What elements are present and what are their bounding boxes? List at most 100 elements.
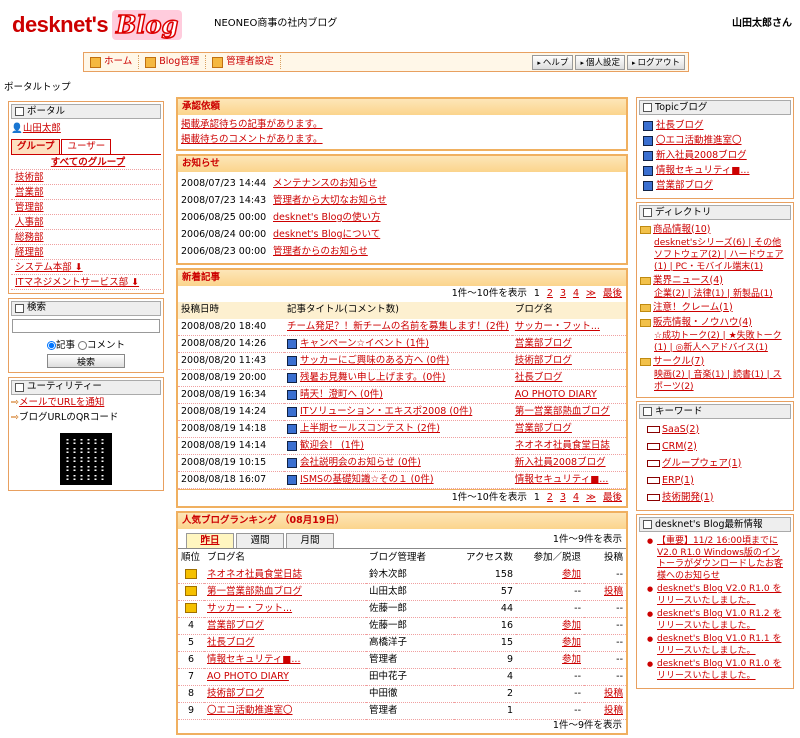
group-link[interactable]: 経理部 (11, 245, 161, 260)
ranking-blog-link[interactable]: 情報セキュリティ■... (204, 651, 366, 669)
recent-blog-link[interactable]: 営業部ブログ (511, 335, 626, 354)
notice-link[interactable]: desknet's Blogについて (270, 226, 626, 243)
recent-title-link[interactable]: ISMSの基礎知識☆その１ (0件) (300, 474, 434, 485)
keyword-link[interactable]: 技術開発(1) (662, 492, 713, 504)
notice-link[interactable]: desknet's Blogの使い方 (270, 209, 626, 226)
subcategory-links[interactable]: 映画(2) | 音楽(1) | 読書(1) | スポーツ(2) (640, 369, 790, 393)
join-link[interactable]: 参加 (516, 651, 584, 669)
keyword-link[interactable]: SaaS(2) (662, 424, 699, 436)
join-link[interactable]: 参加 (516, 617, 584, 635)
help-button[interactable]: ヘルプ (532, 54, 574, 70)
nav-blog-admin[interactable]: Blog管理 (139, 55, 207, 69)
join-link[interactable]: 参加 (516, 566, 584, 584)
keyword-link[interactable]: ERP(1) (662, 475, 694, 487)
ranking-blog-link[interactable]: AO PHOTO DIARY (204, 668, 366, 686)
topic-blog-link[interactable]: 営業部ブログ (656, 180, 713, 192)
news-link[interactable]: desknet's Blog V2.0 R1.0 をリリースいたしました。 (647, 584, 787, 607)
group-link[interactable]: 営業部 (11, 185, 161, 200)
approval-link[interactable]: 掲載待ちのコメントがあります。 (181, 132, 623, 147)
app-logo[interactable]: desknet's Blog (12, 9, 183, 40)
recent-title-link[interactable]: 残暑お見舞い申し上げます。(0件) (300, 372, 446, 383)
nav-home[interactable]: ホーム (84, 55, 140, 69)
ranking-blog-link[interactable]: 第一営業部熱血ブログ (204, 583, 366, 601)
ranking-blog-link[interactable]: 技術部ブログ (204, 685, 366, 703)
recent-title-link[interactable]: 上半期セールスコンテスト (2件) (300, 423, 440, 434)
pager-next[interactable]: ≫ (586, 288, 596, 300)
pager-link[interactable]: 3 (560, 492, 566, 504)
post-link[interactable]: 投稿 (584, 583, 626, 601)
nav-admin-settings[interactable]: 管理者設定 (206, 55, 281, 69)
notice-link[interactable]: 管理者から大切なお知らせ (270, 192, 626, 209)
recent-title-link[interactable]: 歓迎会！ (1件) (300, 440, 364, 451)
notice-link[interactable]: メンテナンスのお知らせ (270, 175, 626, 192)
group-link[interactable]: 管理部 (11, 200, 161, 215)
ranking-blog-link[interactable]: 〇エコ活動推進室〇 (204, 702, 366, 720)
ranking-blog-link[interactable]: ネオネオ社員食堂日誌 (204, 566, 366, 584)
tab-monthly[interactable]: 月間 (286, 533, 334, 549)
search-button[interactable]: 検索 (47, 353, 125, 368)
group-link[interactable]: 人事部 (11, 215, 161, 230)
post-link[interactable]: 投稿 (584, 702, 626, 720)
recent-title-link[interactable]: サッカーにご興味のある方へ (0件) (300, 355, 449, 366)
group-link[interactable]: 総務部 (11, 230, 161, 245)
mail-url-link[interactable]: メールでURLを通知 (19, 397, 104, 408)
personal-settings-button[interactable]: 個人設定 (575, 54, 625, 70)
pager-link[interactable]: 4 (573, 288, 579, 300)
approval-link[interactable]: 掲載承認待ちの記事があります。 (181, 117, 623, 132)
radio-article[interactable] (46, 340, 56, 350)
subcategory-links[interactable]: ☆成功トーク(2) | ★失敗トーク(1) | ◎新人へアドバイス(1) (640, 330, 790, 354)
recent-blog-link[interactable]: 社長ブログ (511, 369, 626, 388)
category-link[interactable]: 販売情報・ノウハウ(4) (653, 317, 752, 329)
recent-title-link[interactable]: ITソリューション・エキスポ2008 (0件) (300, 406, 472, 417)
recent-blog-link[interactable]: 営業部ブログ (511, 420, 626, 439)
recent-blog-link[interactable]: ネオネオ社員食堂日誌 (511, 437, 626, 456)
topic-blog-link[interactable]: 〇エコ活動推進室〇 (656, 135, 742, 147)
post-link[interactable]: 投稿 (584, 685, 626, 703)
category-link[interactable]: 注意！クレーム(1) (653, 302, 733, 314)
ranking-blog-link[interactable]: サッカー・フット... (204, 600, 366, 618)
news-link[interactable]: 【重要】11/2 16:00頃までにV2.0 R1.0 Windows版のイント… (647, 536, 787, 582)
recent-blog-link[interactable]: 情報セキュリティ■... (511, 471, 626, 490)
ranking-blog-link[interactable]: 営業部ブログ (204, 617, 366, 635)
topic-blog-link[interactable]: 社長ブログ (656, 120, 704, 132)
pager-last[interactable]: 最後 (603, 288, 622, 300)
tab-user[interactable]: ユーザー (61, 139, 112, 154)
join-link[interactable]: 参加 (516, 634, 584, 652)
keyword-link[interactable]: CRM(2) (662, 441, 697, 453)
pager-link[interactable]: 2 (547, 288, 553, 300)
portal-user-link[interactable]: 山田太郎 (23, 123, 61, 134)
category-link[interactable]: 商品情報(10) (653, 224, 711, 236)
topic-blog-link[interactable]: 情報セキュリティ■... (656, 165, 749, 177)
group-link[interactable]: 技術部 (11, 170, 161, 185)
tab-yesterday[interactable]: 昨日 (186, 533, 234, 549)
recent-title-link[interactable]: 晴天！澄町へ (0件) (300, 389, 383, 400)
subcategory-links[interactable]: desknet'sシリーズ(6) | その他ソフトウェア(2) | ハードウェア… (640, 237, 790, 273)
all-groups-link[interactable]: すべてのグループ (11, 155, 161, 170)
radio-comment[interactable] (78, 340, 88, 350)
recent-title-link[interactable]: キャンペーン☆イベント (1件) (300, 338, 429, 349)
news-link[interactable]: desknet's Blog V1.0 R1.1 をリリースいたしました。 (647, 634, 787, 657)
pager-next[interactable]: ≫ (586, 492, 596, 504)
pager-link[interactable]: 2 (547, 492, 553, 504)
recent-blog-link[interactable]: サッカー・フット... (511, 318, 626, 337)
group-link[interactable]: ITマネジメントサービス部 ⬇ (11, 275, 161, 290)
category-link[interactable]: 業界ニュース(4) (653, 275, 723, 287)
recent-blog-link[interactable]: 第一営業部熱血ブログ (511, 403, 626, 422)
recent-blog-link[interactable]: AO PHOTO DIARY (511, 386, 626, 405)
topic-blog-link[interactable]: 新入社員2008ブログ (656, 150, 747, 162)
search-input[interactable] (12, 318, 160, 333)
recent-title-link[interactable]: 会社説明会のお知らせ (0件) (300, 457, 421, 468)
logout-button[interactable]: ログアウト (626, 54, 685, 70)
news-link[interactable]: desknet's Blog V1.0 R1.0 をリリースいたしました。 (647, 659, 787, 682)
news-link[interactable]: desknet's Blog V1.0 R1.2 をリリースいたしました。 (647, 609, 787, 632)
tab-weekly[interactable]: 週間 (236, 533, 284, 549)
recent-title-link[interactable]: チーム発足？！新チームの名前を募集します！(2件) (287, 321, 509, 332)
recent-blog-link[interactable]: 新入社員2008ブログ (511, 454, 626, 473)
pager-link[interactable]: 4 (573, 492, 579, 504)
ranking-blog-link[interactable]: 社長ブログ (204, 634, 366, 652)
group-link[interactable]: システム本部 ⬇ (11, 260, 161, 275)
keyword-link[interactable]: グループウェア(1) (662, 458, 741, 470)
pager-link[interactable]: 3 (560, 288, 566, 300)
notice-link[interactable]: 管理者からのお知らせ (270, 243, 626, 260)
tab-group[interactable]: グループ (11, 139, 61, 154)
